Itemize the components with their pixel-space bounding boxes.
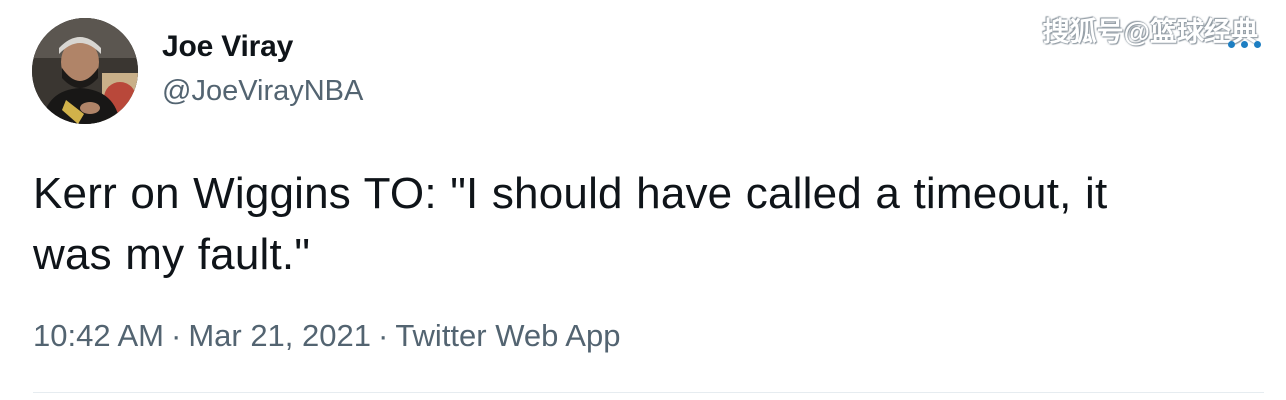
divider (33, 392, 1264, 393)
avatar[interactable] (32, 18, 138, 124)
tweet-source[interactable]: Twitter Web App (395, 318, 620, 353)
watermark: 搜狐号@篮球经典 (1042, 17, 1258, 47)
tweet-card: Joe Viray @JoeVirayNBA 搜狐号@篮球经典 Kerr on … (0, 0, 1286, 400)
avatar-image (32, 18, 138, 124)
tweet-date[interactable]: Mar 21, 2021 (188, 318, 371, 353)
author-handle[interactable]: @JoeVirayNBA (162, 75, 363, 108)
tweet-text-line: was my fault." (33, 230, 311, 279)
author-display-name[interactable]: Joe Viray (162, 30, 293, 64)
tweet-time[interactable]: 10:42 AM (33, 318, 164, 353)
meta-separator: · (377, 318, 389, 353)
tweet-meta: 10:42 AM · Mar 21, 2021 · Twitter Web App (33, 318, 620, 354)
meta-separator: · (170, 318, 182, 353)
more-options-icon[interactable] (1228, 38, 1262, 50)
tweet-text-line: Kerr on Wiggins TO: "I should have calle… (33, 169, 1108, 218)
tweet-text: Kerr on Wiggins TO: "I should have calle… (33, 163, 1263, 285)
